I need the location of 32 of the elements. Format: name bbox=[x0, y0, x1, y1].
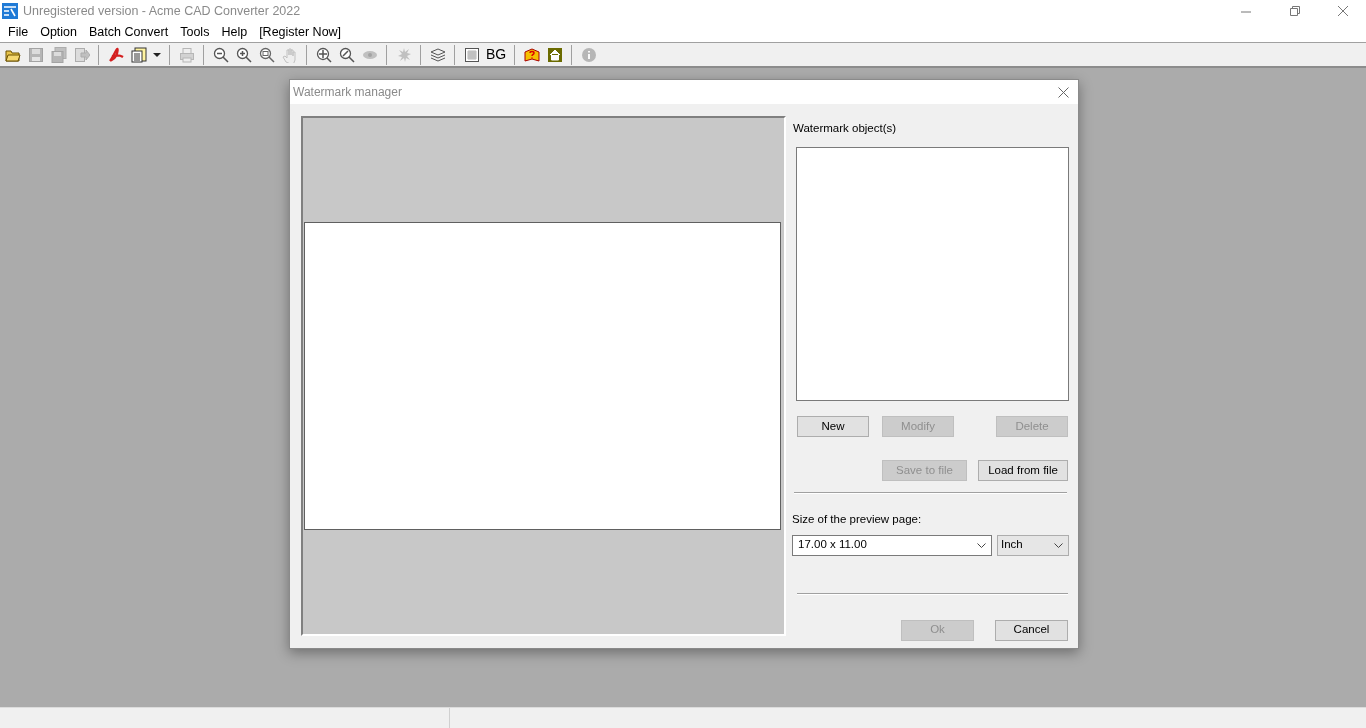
window-title: Unregistered version - Acme CAD Converter 2022 bbox=[23, 2, 301, 20]
unit-dropdown[interactable]: Inch bbox=[997, 534, 1069, 556]
zoom-extents-icon[interactable] bbox=[315, 46, 332, 63]
menu-item[interactable]: Help bbox=[215, 22, 254, 42]
document-icon[interactable] bbox=[130, 46, 147, 63]
zoom-window-icon[interactable] bbox=[258, 46, 275, 63]
dialog-button[interactable]: Cancel bbox=[995, 619, 1068, 641]
zoom-out-icon[interactable] bbox=[212, 46, 229, 63]
zoom-realtime-icon[interactable] bbox=[338, 46, 355, 63]
zoom-in-icon[interactable] bbox=[235, 46, 252, 63]
home-icon[interactable] bbox=[546, 46, 563, 63]
help-book-icon[interactable] bbox=[523, 46, 540, 63]
pdf-icon[interactable] bbox=[107, 46, 124, 63]
objects-label: Watermark object(s) bbox=[793, 121, 898, 136]
dialog-title: Watermark manager bbox=[293, 84, 402, 101]
grid-icon[interactable] bbox=[463, 46, 480, 63]
close-icon[interactable] bbox=[1337, 4, 1349, 17]
caret-icon bbox=[977, 542, 986, 548]
menu-item[interactable]: Tools bbox=[174, 22, 216, 42]
menu-item[interactable]: Option bbox=[34, 22, 83, 42]
menu-item[interactable]: Batch Convert bbox=[83, 22, 175, 42]
dialog-button[interactable]: New bbox=[797, 416, 869, 438]
background-button[interactable]: BG bbox=[483, 44, 510, 65]
caret-icon bbox=[1054, 542, 1063, 548]
layers-icon[interactable] bbox=[429, 46, 446, 63]
dialog-button[interactable]: Load from file bbox=[978, 460, 1068, 482]
close-icon[interactable] bbox=[1058, 86, 1069, 98]
menu-item[interactable]: [Register Now] bbox=[253, 22, 348, 42]
restore-icon[interactable] bbox=[1289, 4, 1301, 17]
size-dropdown[interactable]: 17.00 x 11.00 bbox=[792, 534, 992, 556]
size-label: Size of the preview page: bbox=[792, 512, 923, 528]
menu-item[interactable]: File bbox=[2, 22, 35, 42]
